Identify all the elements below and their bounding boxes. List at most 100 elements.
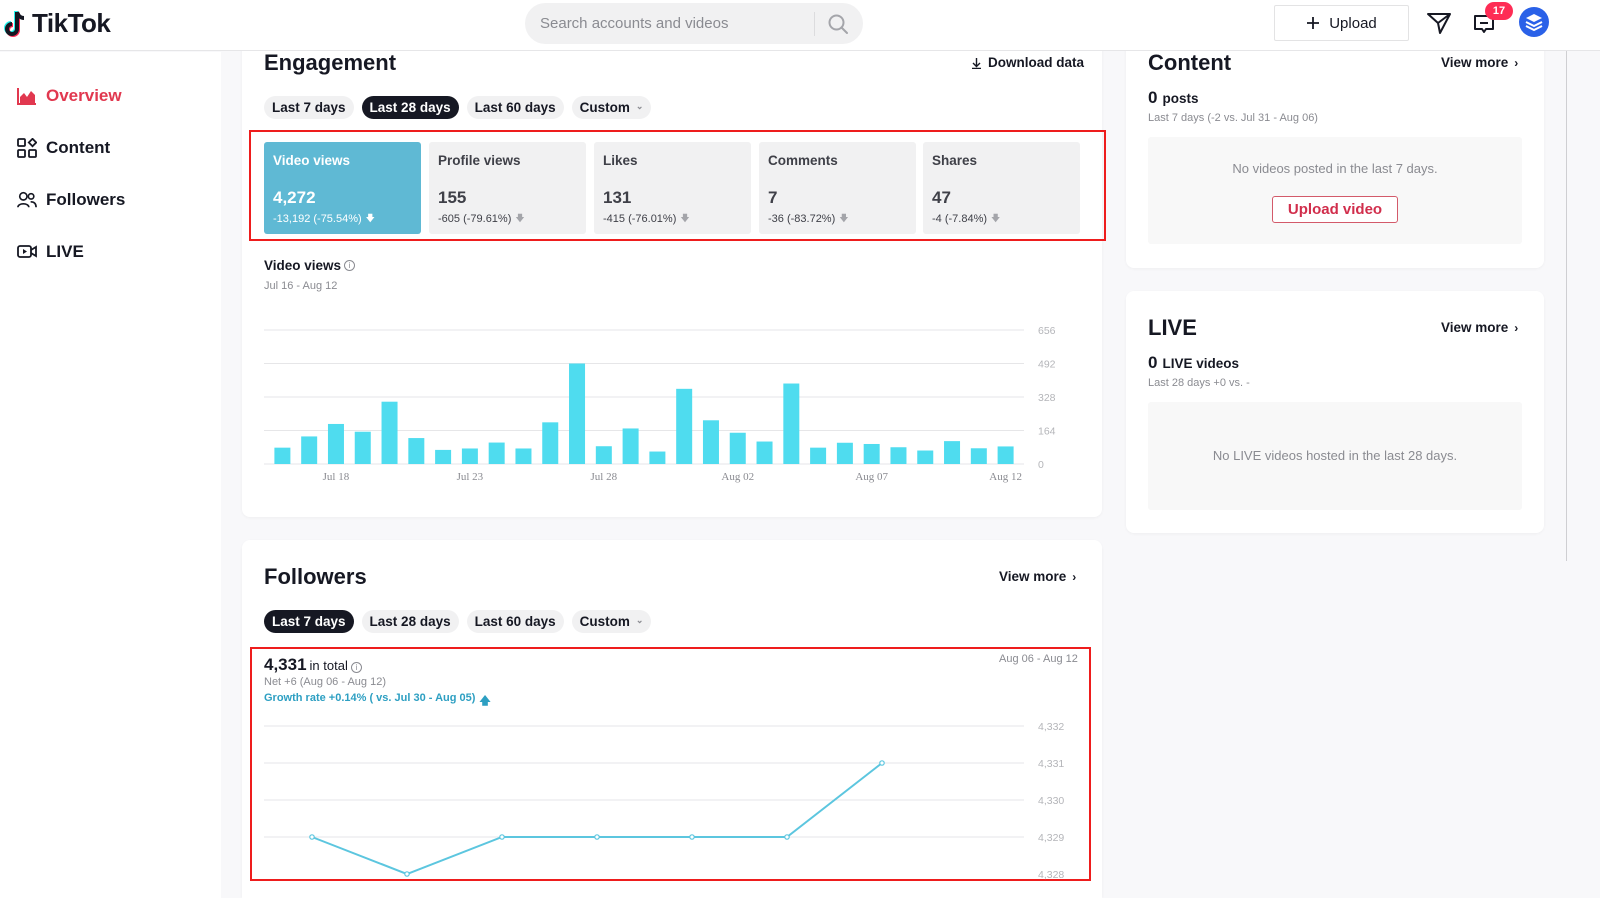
tiktok-logo[interactable]: TikTok xyxy=(4,8,111,39)
metric-comments[interactable]: Comments 7 -36 (-83.72%) 🡇 xyxy=(759,142,916,234)
followers-net: Net +6 (Aug 06 - Aug 12) xyxy=(264,676,386,688)
metric-label: Profile views xyxy=(438,153,521,168)
data-point xyxy=(594,834,600,840)
chart-title-text: Video views xyxy=(264,258,342,273)
metric-change-text: -13,192 (-75.54%) xyxy=(273,213,362,225)
data-point xyxy=(689,834,695,840)
view-more-label: View more xyxy=(1441,320,1509,335)
chevron-right-icon: › xyxy=(1072,569,1077,584)
tab-last-60-days[interactable]: Last 60 days xyxy=(466,96,564,119)
tab-last-7-days[interactable]: Last 7 days xyxy=(264,96,354,119)
bar xyxy=(595,446,612,464)
followers-line-chart: 4,328 4,329 4,330 4,331 4,332 xyxy=(264,721,1064,880)
followers-date-range: Aug 06 - Aug 12 xyxy=(999,653,1078,665)
bar xyxy=(783,383,800,464)
bar xyxy=(542,422,559,464)
upload-video-button[interactable]: Upload video xyxy=(1272,196,1398,223)
search-bar xyxy=(525,3,863,44)
sidebar-item-content[interactable]: Content xyxy=(17,138,110,158)
bar xyxy=(970,448,987,464)
y-tick-label: 4,330 xyxy=(1038,795,1064,807)
upload-button[interactable]: Upload xyxy=(1274,5,1409,41)
sidebar-item-live[interactable]: LIVE xyxy=(17,242,84,262)
scrollbar[interactable] xyxy=(1566,51,1567,561)
sidebar-item-followers[interactable]: Followers xyxy=(17,190,125,210)
bar xyxy=(676,388,693,464)
tab-last-28-days[interactable]: Last 28 days xyxy=(361,96,459,119)
view-more-label: View more xyxy=(1441,55,1509,70)
metric-change-text: -4 (-7.84%) xyxy=(932,213,988,225)
content-empty-state: No videos posted in the last 7 days. Upl… xyxy=(1148,137,1522,244)
metric-value: 131 xyxy=(603,188,632,207)
metric-change: -605 (-79.61%) 🡇 xyxy=(438,211,525,227)
content-view-more-link[interactable]: View more › xyxy=(1441,55,1518,70)
search-button[interactable] xyxy=(823,11,853,37)
y-tick-label: 4,329 xyxy=(1038,832,1064,844)
data-point xyxy=(309,834,315,840)
followers-view-more-link[interactable]: View more › xyxy=(999,569,1076,584)
tab-label: Last 28 days xyxy=(369,614,451,629)
bar xyxy=(810,447,827,464)
messages-button[interactable] xyxy=(1425,9,1453,37)
engagement-title: Engagement xyxy=(264,50,397,75)
bar xyxy=(408,438,425,464)
followers-growth-rate: Growth rate +0.14% ( vs. Jul 30 - Aug 05… xyxy=(264,692,491,711)
live-video-count: 0 LIVE videos xyxy=(1148,353,1239,373)
chevron-right-icon: › xyxy=(1514,320,1519,335)
chevron-down-icon: ⌄ xyxy=(635,101,644,111)
content-post-count: 0 posts xyxy=(1148,88,1198,108)
data-point xyxy=(879,760,885,766)
tab-custom[interactable]: Custom ⌄ xyxy=(571,96,652,119)
followers-title: Followers xyxy=(264,564,367,589)
sidebar-item-label: Content xyxy=(46,138,111,157)
arrow-down-icon: 🡇 xyxy=(839,213,849,223)
video-views-chart-range: Jul 16 - Aug 12 xyxy=(264,280,338,292)
x-tick-label: Aug 07 xyxy=(855,471,888,483)
live-camera-icon xyxy=(17,242,37,262)
bar xyxy=(997,446,1014,464)
download-data-label: Download data xyxy=(988,55,1085,70)
tab-last-60-days[interactable]: Last 60 days xyxy=(466,610,564,633)
live-view-more-link[interactable]: View more › xyxy=(1441,320,1518,335)
metric-change: -415 (-76.01%) 🡇 xyxy=(603,211,690,227)
bar xyxy=(381,401,398,464)
view-more-label: View more xyxy=(999,569,1067,584)
metric-label: Likes xyxy=(603,153,638,168)
avatar[interactable] xyxy=(1519,7,1549,37)
metric-video-views[interactable]: Video views 4,272 -13,192 (-75.54%) 🡇 xyxy=(264,142,421,234)
tab-last-28-days[interactable]: Last 28 days xyxy=(361,610,459,633)
tab-label: Last 60 days xyxy=(474,100,556,115)
data-point xyxy=(784,834,790,840)
info-icon[interactable]: i xyxy=(350,662,362,673)
chevron-right-icon: › xyxy=(1514,55,1519,70)
metric-shares[interactable]: Shares 47 -4 (-7.84%) 🡇 xyxy=(923,142,1080,234)
search-icon xyxy=(828,14,848,34)
search-input[interactable] xyxy=(525,3,815,44)
bar xyxy=(836,442,853,464)
sidebar-item-label: Followers xyxy=(46,190,126,209)
sidebar-item-overview[interactable]: Overview xyxy=(17,86,122,106)
bar xyxy=(488,442,505,464)
bar xyxy=(354,431,371,464)
bar xyxy=(274,447,291,464)
tab-label: Custom xyxy=(579,614,630,629)
tiktok-logo-icon xyxy=(4,9,30,39)
bar xyxy=(702,420,719,464)
download-data-button[interactable]: Download data xyxy=(971,55,1084,70)
live-empty-text: No LIVE videos hosted in the last 28 day… xyxy=(1212,448,1458,463)
tab-custom[interactable]: Custom ⌄ xyxy=(571,610,652,633)
download-icon xyxy=(972,57,981,69)
info-icon[interactable]: i xyxy=(344,260,356,271)
data-point xyxy=(404,871,410,877)
metric-change-text: -36 (-83.72%) xyxy=(768,213,836,225)
bar xyxy=(729,432,746,464)
live-count-label: LIVE videos xyxy=(1162,356,1239,371)
tab-last-7-days[interactable]: Last 7 days xyxy=(264,610,354,633)
chart-area-icon xyxy=(17,86,37,106)
followers-line xyxy=(311,762,883,876)
metric-profile-views[interactable]: Profile views 155 -605 (-79.61%) 🡇 xyxy=(429,142,586,234)
metric-value: 155 xyxy=(438,188,467,207)
metric-likes[interactable]: Likes 131 -415 (-76.01%) 🡇 xyxy=(594,142,751,234)
bar xyxy=(622,428,639,464)
sidebar: Overview Content Followers LIVE xyxy=(0,52,221,898)
